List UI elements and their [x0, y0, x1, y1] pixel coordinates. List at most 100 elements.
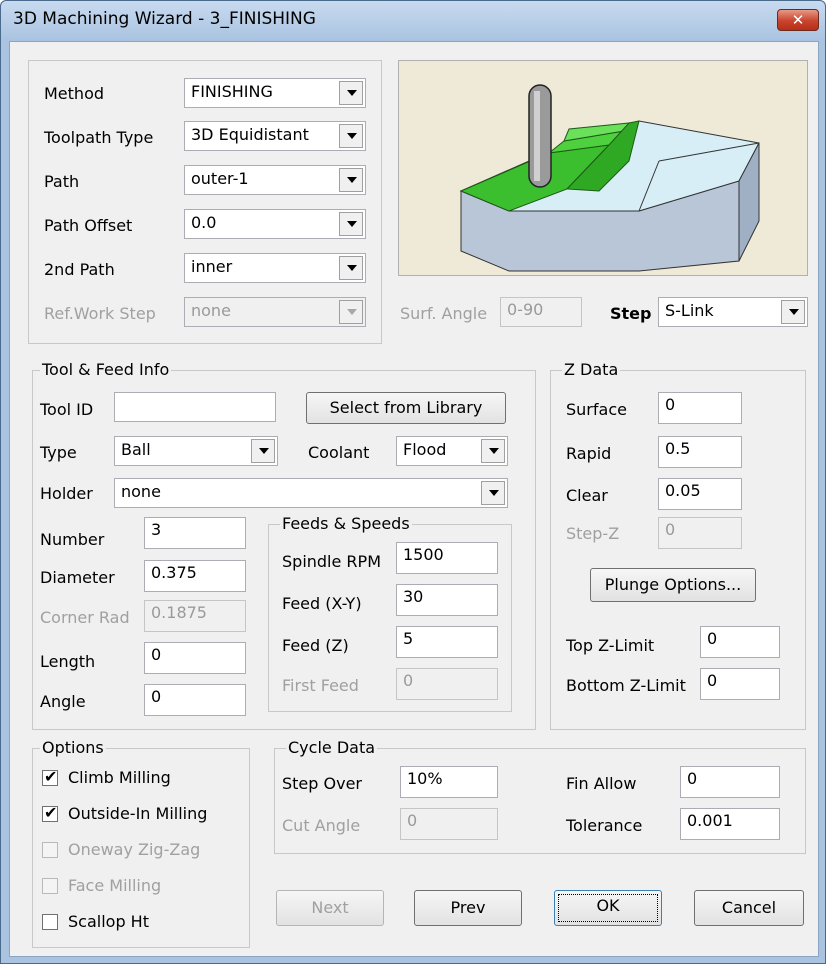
surface-input[interactable]: 0	[658, 392, 742, 424]
chevron-down-icon[interactable]	[339, 81, 363, 105]
chevron-down-icon[interactable]	[481, 439, 505, 463]
holder-select[interactable]: none	[114, 478, 508, 508]
climb-milling-checkbox[interactable]: ✔	[42, 767, 58, 786]
length-label: Length	[40, 652, 96, 671]
chevron-down-icon[interactable]	[781, 300, 805, 324]
finishing-illustration	[459, 84, 760, 272]
cut-angle-input: 0	[400, 808, 498, 840]
method-label: Method	[44, 84, 105, 103]
number-label: Number	[40, 530, 105, 549]
corner-rad-label: Corner Rad	[40, 608, 130, 627]
next-button: Next	[276, 890, 384, 926]
tolerance-label: Tolerance	[566, 816, 643, 835]
tolerance-input[interactable]: 0.001	[680, 808, 780, 840]
window-title: 3D Machining Wizard - 3_FINISHING	[13, 9, 316, 29]
fin-allow-input[interactable]: 0	[680, 766, 780, 798]
coolant-value: Flood	[403, 440, 447, 459]
feed-z-input[interactable]: 5	[396, 626, 498, 658]
chevron-down-icon	[339, 300, 363, 324]
step-z-input: 0	[658, 517, 742, 549]
angle-label: Angle	[40, 692, 86, 711]
chevron-down-icon[interactable]	[339, 124, 363, 148]
spindle-rpm-label: Spindle RPM	[282, 552, 381, 571]
length-input[interactable]: 0	[144, 642, 246, 674]
step-select[interactable]: S-Link	[658, 297, 808, 327]
path-select[interactable]: outer-1	[184, 165, 366, 195]
holder-label: Holder	[40, 484, 93, 503]
first-feed-input: 0	[396, 668, 498, 700]
plunge-options-button[interactable]: Plunge Options...	[590, 568, 756, 602]
close-button[interactable]: ✕	[777, 9, 819, 31]
diameter-input[interactable]: 0.375	[144, 560, 246, 592]
number-input[interactable]: 3	[144, 517, 246, 549]
clear-input[interactable]: 0.05	[658, 478, 742, 510]
chevron-down-icon[interactable]	[251, 439, 275, 463]
toolpath-preview-image	[398, 60, 808, 276]
method-value: FINISHING	[191, 82, 273, 101]
first-feed-label: First Feed	[282, 676, 359, 695]
step-over-input[interactable]: 10%	[400, 766, 498, 798]
path-label: Path	[44, 172, 80, 191]
fin-allow-label: Fin Allow	[566, 774, 637, 793]
wizard-window: 3D Machining Wizard - 3_FINISHING ✕ Meth…	[0, 0, 826, 964]
surface-label: Surface	[566, 400, 627, 419]
cut-angle-label: Cut Angle	[282, 816, 361, 835]
step-over-label: Step Over	[282, 774, 362, 793]
step-label: Step	[610, 304, 652, 323]
toolpath-type-value: 3D Equidistant	[191, 125, 309, 144]
method-select[interactable]: FINISHING	[184, 78, 366, 108]
diameter-label: Diameter	[40, 568, 115, 587]
ref-work-step-value: none	[191, 301, 231, 320]
top-z-limit-input[interactable]: 0	[700, 626, 780, 658]
toolpath-type-label: Toolpath Type	[44, 128, 154, 147]
tool-id-label: Tool ID	[40, 400, 94, 419]
surf-angle-input: 0-90	[500, 297, 582, 327]
prev-button[interactable]: Prev	[414, 890, 522, 926]
select-from-library-button[interactable]: Select from Library	[306, 392, 506, 424]
type-select[interactable]: Ball	[114, 436, 278, 466]
clear-label: Clear	[566, 486, 608, 505]
chevron-down-icon[interactable]	[339, 212, 363, 236]
face-milling-checkbox	[42, 878, 58, 894]
holder-value: none	[121, 482, 161, 501]
z-data-title: Z Data	[562, 360, 621, 379]
climb-milling-label: Climb Milling	[68, 768, 171, 787]
ref-work-step-select: none	[184, 297, 366, 327]
outside-in-milling-label: Outside-In Milling	[68, 804, 208, 823]
cycle-data-title: Cycle Data	[286, 738, 378, 757]
scallop-ht-checkbox[interactable]	[42, 914, 58, 930]
feed-xy-input[interactable]: 30	[396, 584, 498, 616]
feeds-speeds-title: Feeds & Speeds	[280, 514, 412, 533]
rapid-input[interactable]: 0.5	[658, 436, 742, 468]
angle-input[interactable]: 0	[144, 684, 246, 716]
checkmark-icon: ✔	[44, 767, 58, 786]
corner-rad-input: 0.1875	[144, 600, 246, 632]
feed-xy-label: Feed (X-Y)	[282, 594, 362, 613]
face-milling-label: Face Milling	[68, 876, 162, 895]
dialog-client: Method FINISHING Toolpath Type 3D Equidi…	[9, 41, 819, 957]
tool-id-input[interactable]	[114, 392, 276, 422]
coolant-select[interactable]: Flood	[396, 436, 508, 466]
cancel-button[interactable]: Cancel	[694, 890, 804, 926]
coolant-label: Coolant	[308, 443, 370, 462]
type-value: Ball	[121, 440, 151, 459]
bottom-z-limit-input[interactable]: 0	[700, 668, 780, 700]
chevron-down-icon[interactable]	[339, 168, 363, 192]
spindle-rpm-input[interactable]: 1500	[396, 542, 498, 574]
chevron-down-icon[interactable]	[481, 481, 505, 505]
ok-button[interactable]: OK	[554, 890, 662, 926]
path-offset-value: 0.0	[191, 213, 217, 232]
tool-feed-title: Tool & Feed Info	[40, 360, 172, 379]
second-path-label: 2nd Path	[44, 260, 115, 279]
outside-in-milling-checkbox[interactable]: ✔	[42, 803, 58, 822]
step-z-label: Step-Z	[566, 524, 620, 543]
second-path-select[interactable]: inner	[184, 253, 366, 283]
path-offset-select[interactable]: 0.0	[184, 209, 366, 239]
chevron-down-icon[interactable]	[339, 256, 363, 280]
title-bar: 3D Machining Wizard - 3_FINISHING ✕	[1, 1, 825, 41]
toolpath-type-select[interactable]: 3D Equidistant	[184, 121, 366, 151]
oneway-zig-zag-checkbox	[42, 842, 58, 858]
second-path-value: inner	[191, 257, 233, 276]
surf-angle-label: Surf. Angle	[400, 304, 488, 323]
ref-work-step-label: Ref.Work Step	[44, 304, 156, 323]
